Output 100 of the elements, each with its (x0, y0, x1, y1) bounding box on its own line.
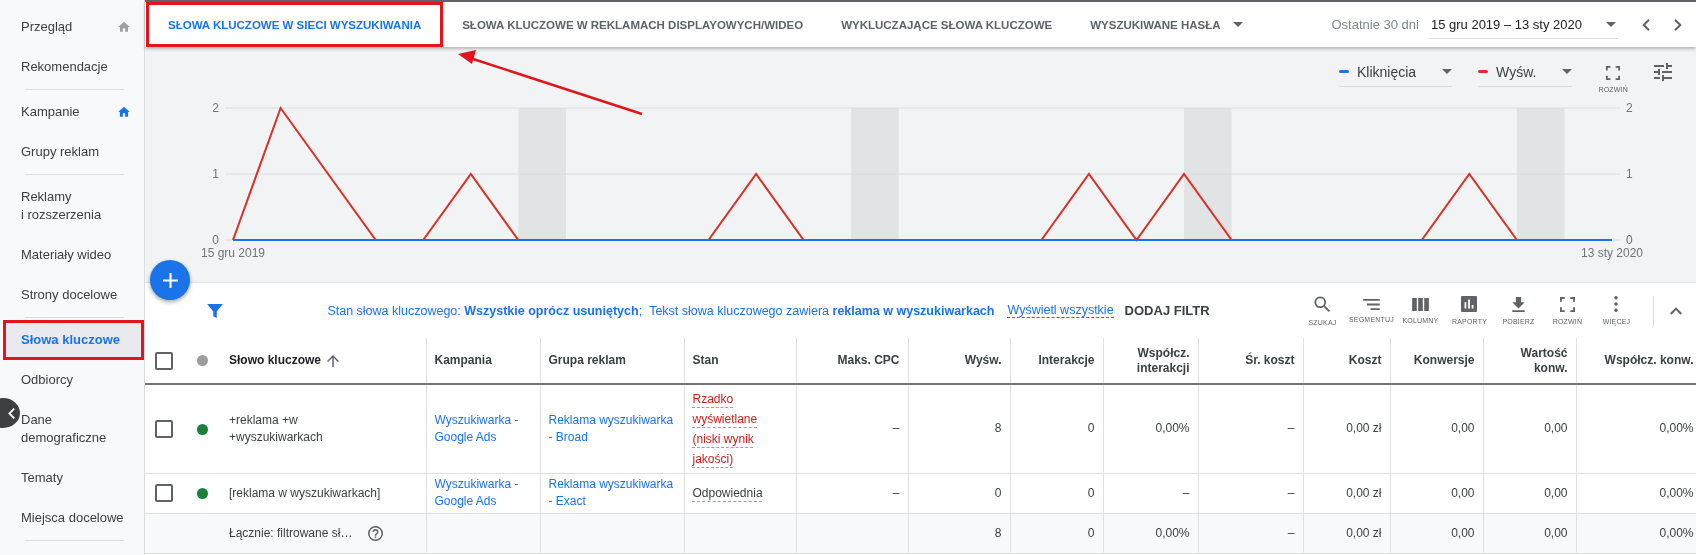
sidebar-item[interactable]: Rekomendacje (20, 47, 144, 87)
table-link[interactable]: Wyszukiwarka - Google Ads (434, 411, 532, 446)
column-header[interactable]: Grupa reklam (548, 353, 626, 368)
date-range-dropdown[interactable]: 15 gru 2019 – 13 sty 2020 (1428, 10, 1618, 39)
metric-dropdown[interactable]: Kliknięcia (1338, 57, 1453, 87)
plus-icon (162, 272, 178, 288)
sidebar-item[interactable]: Odbiorcy (20, 360, 144, 400)
sort-icon[interactable] (327, 354, 339, 367)
table-cell-text: 0,00 (1543, 484, 1568, 502)
table-cell: 0,00% (1659, 525, 1694, 540)
sidebar-item[interactable]: Tematy (20, 458, 144, 498)
column-header[interactable]: Śr. koszt (1245, 353, 1295, 368)
axis-label: 0 (1626, 233, 1633, 247)
table-link[interactable]: Reklama wyszukiwarka - Broad (548, 411, 676, 446)
filter-icon[interactable] (207, 303, 223, 318)
chevron-icon (8, 407, 15, 419)
column-header[interactable]: Wyśw. (964, 353, 1002, 368)
column-header[interactable]: Słowo kluczowe (229, 353, 321, 368)
table-link[interactable]: Reklama wyszukiwarka - Exact (548, 476, 676, 510)
settings-icon[interactable] (1654, 63, 1672, 81)
axis-label: 2 (1626, 101, 1633, 115)
lines-icon (1363, 298, 1380, 310)
caret-icon (1606, 21, 1616, 27)
metric-dropdown[interactable]: Wyśw. (1478, 57, 1573, 87)
table-cell-text: 0,00 (1450, 484, 1475, 502)
sidebar-item[interactable]: Miejsca docelowe (20, 498, 144, 538)
checkbox[interactable] (155, 484, 173, 502)
checkbox[interactable] (155, 419, 173, 438)
table-cell: 8 (994, 525, 1002, 540)
filter-chip[interactable]: Tekst słowa kluczowego zawiera reklama w wyszukiwarkach (649, 303, 995, 318)
show-all-link[interactable]: Wyświetl wszystkie (1007, 303, 1114, 318)
caret-icon (1232, 22, 1243, 27)
column-header[interactable]: Kampania (434, 353, 492, 368)
column-header[interactable]: Stan (692, 353, 719, 368)
table-link[interactable]: Wyszukiwarka - Google Ads (434, 476, 532, 510)
table-cell-text: 0,00 zł (1345, 484, 1382, 502)
columns-icon (1412, 297, 1429, 311)
table-cell-text: 0,00% (1154, 420, 1190, 438)
add-button[interactable] (150, 260, 190, 300)
add-filter-button[interactable]: DODAJ FILTR (1124, 303, 1210, 318)
tab[interactable]: SŁOWA KLUCZOWE W REKLAMACH DISPLAYOWYCH/WIDEO (443, 2, 823, 47)
column-header[interactable]: Konwersje (1413, 353, 1475, 368)
sidebar-item[interactable]: Słowa kluczowe (3, 320, 144, 360)
table-cell-text: 0,00 (1543, 420, 1568, 438)
column-header[interactable]: Maks. CPC (837, 353, 900, 368)
table-cell-text: [reklama w wyszukiwarkach] (229, 484, 382, 502)
chart-icon (1461, 296, 1478, 312)
filter-chip[interactable]: Stan słowa kluczowego: Wszystkie oprócz usuniętych; (327, 303, 643, 318)
sidebar-item[interactable]: Grupy reklam (20, 132, 144, 172)
axis-label: 1 (1626, 167, 1633, 181)
table-cell: 0,00 zł (1346, 525, 1382, 540)
column-header[interactable]: Współcz. interakcji (1111, 345, 1190, 376)
table-cell: 0,00% (1155, 525, 1190, 540)
axis-label: 1 (212, 167, 219, 181)
collapse-icon[interactable] (1670, 306, 1682, 315)
column-header[interactable]: Koszt (1348, 353, 1382, 368)
download-icon (1512, 296, 1525, 312)
table-cell-text: 0,00 zł (1345, 420, 1382, 438)
table-cell-text: 0,00 (1450, 420, 1475, 438)
sidebar-item[interactable]: Kampanie (20, 92, 144, 132)
table-cell-text: – (1181, 484, 1190, 502)
table-cell-text: 8 (993, 420, 1002, 438)
tab[interactable]: WYKLUCZAJĄCE SŁOWA KLUCZOWE (822, 2, 1072, 47)
table-cell-text: +reklama +w +wyszukiwarkach (229, 411, 324, 446)
sidebar-item[interactable]: Strony docelowe (20, 275, 144, 315)
table-cell-text: 0,00% (1658, 484, 1694, 502)
checkbox[interactable] (155, 351, 173, 370)
sidebar-item[interactable]: Materiały wideo (20, 235, 144, 275)
total-label: Łącznie: filtrowane sł… (229, 524, 353, 542)
table-cell-text: 0,00% (1658, 420, 1694, 438)
sidebar-item[interactable]: Dane demograficzne (20, 400, 144, 458)
caret-icon (1442, 69, 1453, 74)
table-cell: – (1287, 525, 1295, 540)
table-cell-text: 0 (993, 484, 1002, 502)
tab[interactable]: WYSZUKIWANE HASŁA (1071, 2, 1262, 47)
expand-icon (1560, 296, 1575, 312)
table-cell-text: 0 (1086, 420, 1095, 438)
column-header[interactable]: Wartość konw. (1491, 345, 1568, 376)
previous-icon[interactable] (1642, 18, 1650, 31)
axis-label: 0 (212, 233, 219, 247)
table-cell: 0 (1087, 525, 1095, 540)
table-cell: 0,00 (1544, 525, 1568, 540)
table-cell-text: – (891, 484, 900, 502)
more-icon (1614, 296, 1619, 312)
date-preset-label: Ostatnie 30 dni (1331, 17, 1419, 32)
help-icon[interactable] (368, 525, 384, 541)
sidebar-item[interactable]: Przegląd (20, 7, 144, 47)
tab[interactable]: SŁOWA KLUCZOWE W SIECI WYSZUKIWANIA (146, 2, 444, 47)
status-text[interactable]: Rzadko wyświetlane (niski wynik jakości) (692, 388, 788, 469)
column-header[interactable]: Współcz. konw. (1604, 353, 1694, 368)
column-header[interactable]: Interakcje (1038, 353, 1095, 368)
sidebar-item[interactable]: Reklamy i rozszerzenia (20, 177, 144, 235)
status-header-icon (196, 355, 208, 367)
next-icon[interactable] (1674, 18, 1682, 31)
caret-icon (1562, 69, 1573, 74)
axis-label: 2 (212, 101, 219, 115)
axis-label: 13 sty 2020 (1581, 246, 1643, 260)
axis-label: 15 gru 2019 (200, 246, 266, 260)
status-text[interactable]: Odpowiednia (692, 483, 788, 503)
table-cell-text: – (1286, 484, 1295, 502)
